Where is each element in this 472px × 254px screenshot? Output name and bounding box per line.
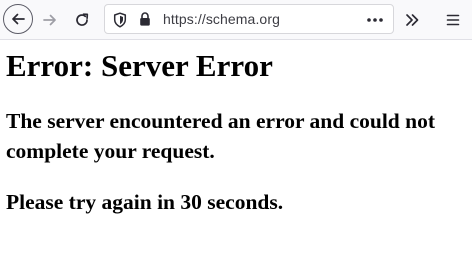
arrow-right-icon	[43, 14, 56, 26]
url-bar[interactable]: https://schema.org	[104, 4, 394, 34]
hamburger-menu-icon	[446, 14, 460, 26]
app-menu-button[interactable]	[442, 8, 464, 32]
reload-icon	[76, 13, 89, 26]
more-horizontal-icon[interactable]	[365, 13, 385, 27]
url-text[interactable]: https://schema.org	[163, 11, 280, 27]
error-message: The server encountered an error and coul…	[6, 109, 435, 163]
reload-button[interactable]	[70, 8, 94, 32]
retry-message: Please try again in 30 seconds.	[6, 190, 284, 214]
tracking-shield-icon[interactable]	[113, 12, 127, 28]
double-chevron-right-icon	[406, 14, 419, 26]
browser-toolbar: https://schema.org	[0, 0, 472, 40]
forward-button[interactable]	[38, 8, 62, 32]
back-button[interactable]	[3, 4, 33, 34]
page-content: Error: Server Error The server encounter…	[0, 40, 472, 254]
overflow-menu-button[interactable]	[401, 8, 423, 32]
arrow-left-icon	[12, 13, 25, 25]
page-title: Error: Server Error	[6, 48, 273, 83]
lock-icon[interactable]	[138, 11, 152, 27]
